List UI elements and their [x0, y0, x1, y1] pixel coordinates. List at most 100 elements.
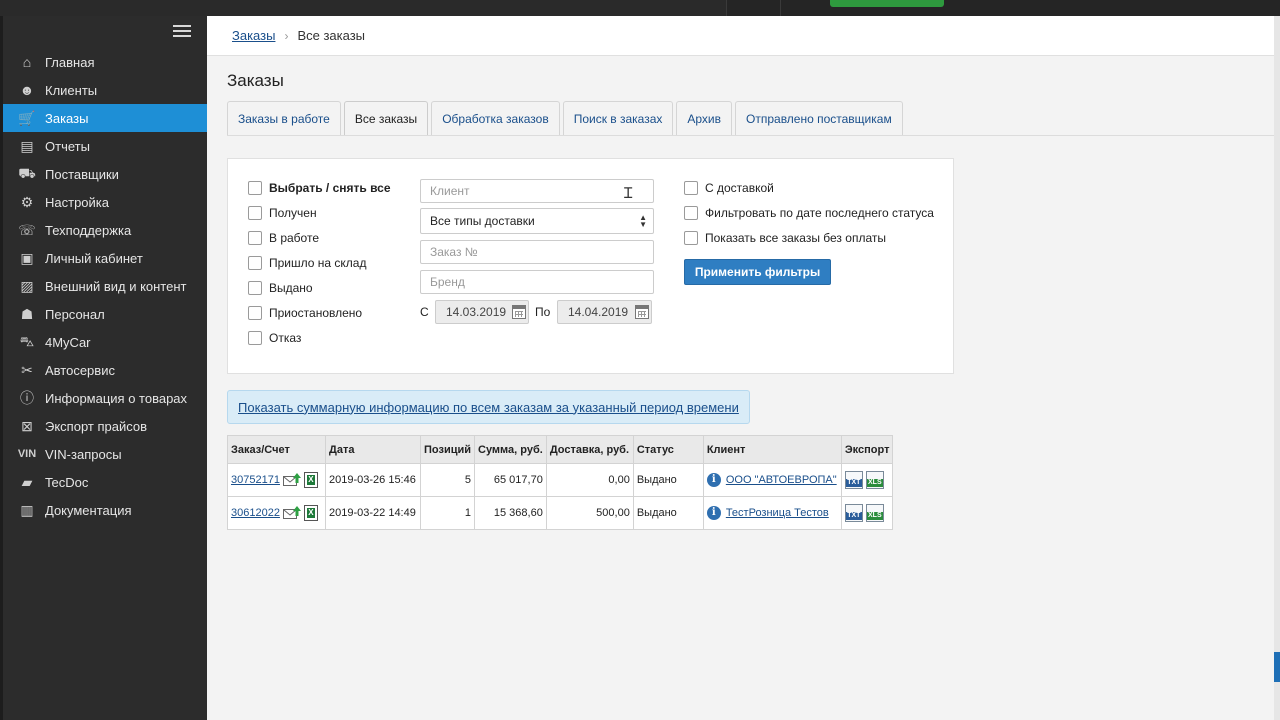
calendar-icon[interactable] — [512, 305, 526, 319]
column-header: Доставка, руб. — [545, 435, 634, 464]
sidebar-item[interactable]: ☏ Техподдержка — [3, 216, 207, 244]
sidebar-item[interactable]: ▥ Документация — [3, 496, 207, 524]
sidebar-item[interactable]: ✂ Автосервис — [3, 356, 207, 384]
sidebar-item-label: Отчеты — [45, 138, 90, 154]
sidebar-item-label: Внешний вид и контент — [45, 278, 187, 294]
checkbox[interactable] — [248, 306, 262, 320]
tab[interactable]: Поиск в заказах — [562, 101, 674, 135]
sidebar-item[interactable]: ⛟ Поставщики — [3, 160, 207, 188]
top-bar — [0, 0, 1280, 16]
tab[interactable]: Все заказы — [343, 101, 429, 135]
sidebar-item[interactable]: ▣ Личный кабинет — [3, 244, 207, 272]
delivery-type-select[interactable]: Все типы доставки ▲ ▼ — [420, 208, 654, 234]
info-icon[interactable]: i — [706, 473, 721, 487]
briefcase-icon: ▣ — [20, 249, 34, 266]
sidebar-item-label: Автосервис — [45, 362, 115, 378]
table-header-row: Заказ/Счет Дата Позиций Сумма, руб. Дост… — [227, 435, 894, 464]
filter-rejected[interactable]: Отказ — [248, 331, 301, 345]
checkbox[interactable] — [248, 231, 262, 245]
breadcrumb: Заказы › Все заказы — [207, 16, 1274, 56]
checkbox[interactable] — [248, 256, 262, 270]
sidebar-item-label: Поставщики — [45, 166, 119, 182]
side-tab[interactable] — [1274, 652, 1280, 682]
send-order-icon[interactable] — [282, 506, 301, 520]
client-link[interactable]: ООО "АВТОЕВРОПА" — [726, 474, 837, 486]
filter-issued[interactable]: Выдано — [248, 281, 313, 295]
sidebar-item[interactable]: ⊠ Экспорт прайсов — [3, 412, 207, 440]
export-xls-icon[interactable]: XLS — [865, 504, 884, 522]
brand-input[interactable] — [420, 270, 654, 294]
sidebar-item[interactable]: ⌂ Главная — [3, 48, 207, 76]
filter-show-unpaid[interactable]: Показать все заказы без оплаты — [684, 231, 886, 245]
sidebar-item[interactable]: ▨ Внешний вид и контент — [3, 272, 207, 300]
send-order-icon[interactable] — [282, 473, 301, 487]
checkbox[interactable] — [684, 181, 698, 195]
order-number-input[interactable] — [420, 240, 654, 264]
checkbox[interactable] — [248, 331, 262, 345]
checkbox[interactable] — [248, 281, 262, 295]
date-cell: 2019-03-22 14:49 — [325, 496, 421, 530]
client-link[interactable]: ТестРозница Тестов — [726, 507, 829, 519]
sidebar-item[interactable]: 🛒 Заказы — [3, 104, 207, 132]
client-input[interactable] — [420, 179, 654, 203]
date-from-input[interactable]: 14.03.2019 — [435, 300, 529, 324]
checkbox-label: Отказ — [269, 331, 302, 345]
clipboard-icon: ▤ — [20, 137, 34, 154]
tab[interactable]: Заказы в работе — [227, 101, 341, 135]
filter-received[interactable]: Получен — [248, 206, 317, 220]
sidebar-item[interactable]: ▤ Отчеты — [3, 132, 207, 160]
filter-suspended[interactable]: Приостановлено — [248, 306, 362, 320]
sidebar-item[interactable]: ⓘ Информация о товарах — [3, 384, 207, 412]
tab[interactable]: Архив — [676, 101, 733, 135]
date-from-value: 14.03.2019 — [446, 305, 507, 319]
info-icon: ⓘ — [20, 390, 34, 406]
checkbox[interactable] — [684, 206, 698, 220]
checkbox-label: Выбрать / снять все — [269, 181, 391, 195]
tab[interactable]: Отправлено поставщикам — [735, 101, 903, 135]
info-icon[interactable]: i — [706, 506, 721, 520]
tab[interactable]: Обработка заказов — [431, 101, 560, 135]
export-txt-icon[interactable]: TXT — [844, 471, 863, 489]
checkbox-label: Пришло на склад — [269, 256, 367, 270]
export-xls-label: XLS — [866, 512, 883, 520]
excel-icon[interactable] — [303, 505, 318, 521]
summary-info-link[interactable]: Показать суммарную информацию по всем за… — [238, 400, 739, 415]
sidebar-item[interactable]: ☗ Персонал — [3, 300, 207, 328]
filter-select-all[interactable]: Выбрать / снять все — [248, 181, 391, 195]
sidebar-item-label: Персонал — [45, 306, 105, 322]
sidebar-item[interactable]: ⚙ Настройка — [3, 188, 207, 216]
checkbox[interactable] — [248, 206, 262, 220]
car-icon: ⛍ — [19, 332, 35, 349]
image-icon: ▨ — [20, 277, 34, 294]
calendar-icon[interactable] — [635, 305, 649, 319]
export-txt-label: TXT — [845, 512, 862, 520]
excel-icon[interactable] — [303, 472, 318, 488]
apply-filters-button[interactable]: Применить фильтры — [684, 259, 831, 285]
sidebar-item-label: Главная — [45, 54, 95, 70]
order-link[interactable]: 30612022 — [231, 507, 280, 519]
gear-icon: ⚙ — [20, 193, 34, 210]
date-to-label: По — [535, 305, 551, 319]
date-to-input[interactable]: 14.04.2019 — [557, 300, 652, 324]
export-xls-icon[interactable]: XLS — [865, 471, 884, 489]
checkbox[interactable] — [248, 181, 262, 195]
tabs: Заказы в работе Все заказы Обработка заказ… — [227, 101, 906, 135]
export-txt-icon[interactable]: TXT — [844, 504, 863, 522]
sidebar-item[interactable]: ☻ Клиенты — [3, 76, 207, 104]
sidebar-item[interactable]: ▰ TecDoc — [3, 468, 207, 496]
text-cursor-icon: Ɪ — [624, 185, 633, 202]
summary-info-box: Показать суммарную информацию по всем за… — [227, 390, 750, 424]
positions-cell: 1 — [420, 496, 475, 530]
order-cell: 30612022 — [227, 496, 326, 530]
breadcrumb-link-orders[interactable]: Заказы — [232, 28, 275, 43]
sidebar-item[interactable]: ⛍ 4MyCar — [3, 328, 207, 356]
sidebar-item[interactable]: VIN VIN-запросы — [3, 440, 207, 468]
filter-with-delivery[interactable]: С доставкой — [684, 181, 774, 195]
checkbox[interactable] — [684, 231, 698, 245]
filter-arrived[interactable]: Пришло на склад — [248, 256, 366, 270]
filter-in-work[interactable]: В работе — [248, 231, 319, 245]
order-link[interactable]: 30752171 — [231, 474, 280, 486]
main-content: Заказы › Все заказы Заказы Заказы в рабо… — [207, 16, 1274, 720]
filter-by-last-status[interactable]: Фильтровать по дате последнего статуса — [684, 206, 934, 220]
menu-toggle-icon[interactable] — [173, 25, 191, 39]
